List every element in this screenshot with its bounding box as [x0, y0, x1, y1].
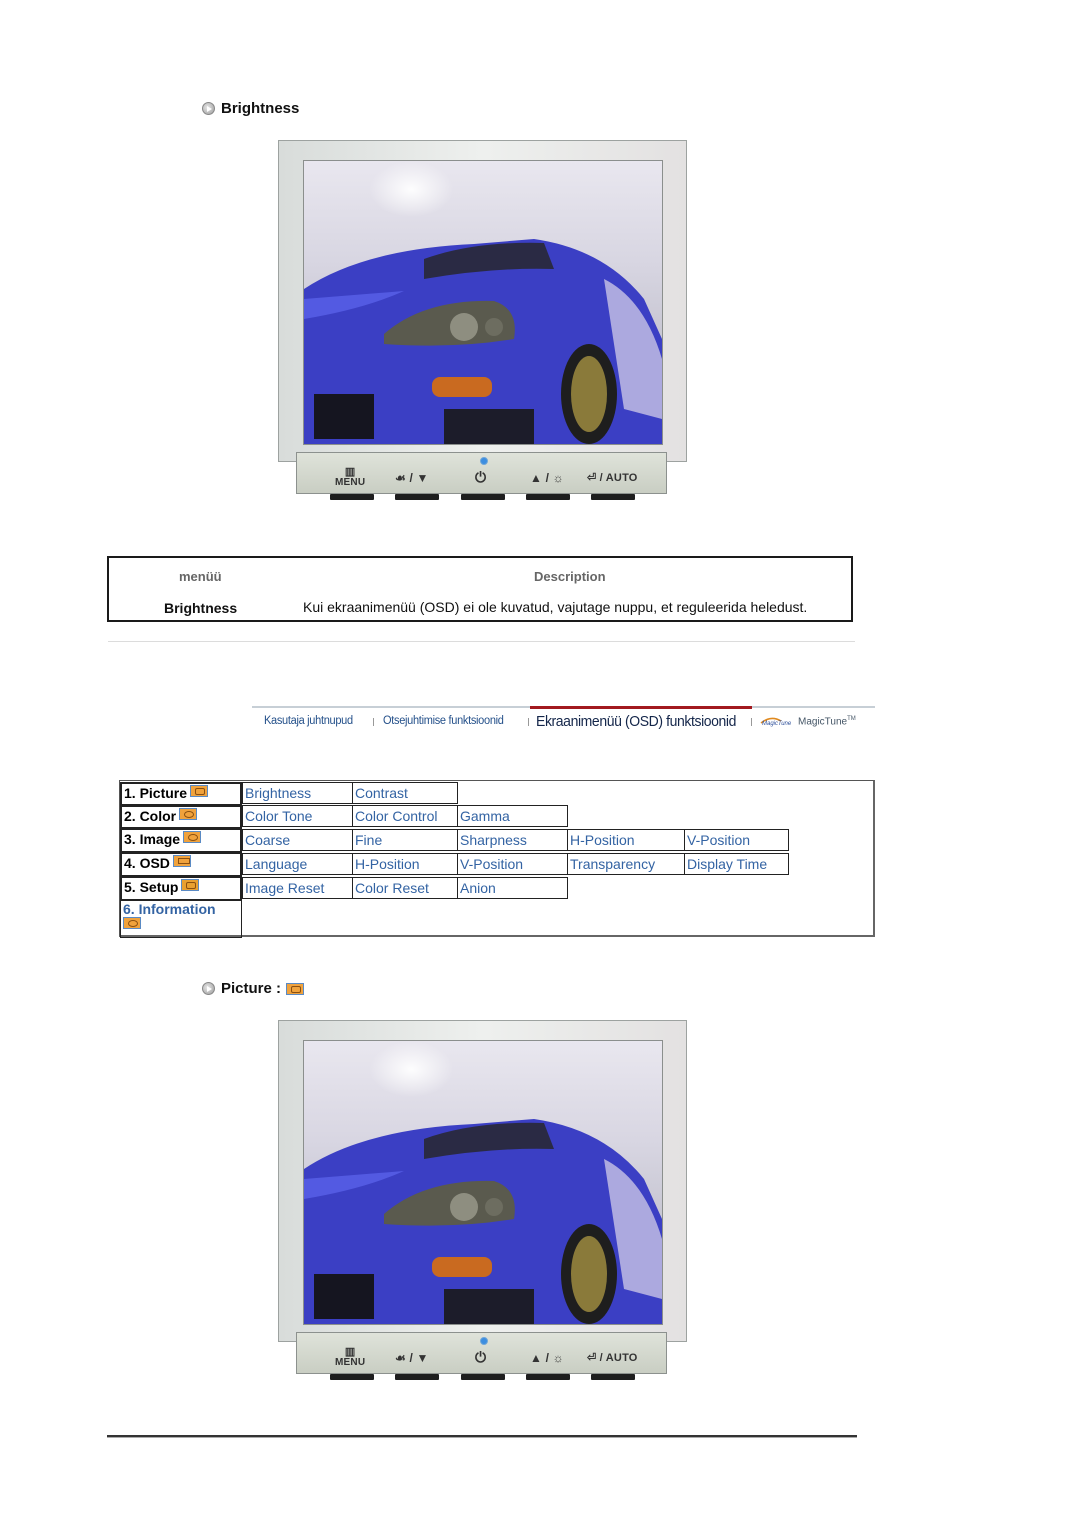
picture-icon	[286, 982, 305, 995]
submenu-color-control[interactable]: Color Control	[352, 805, 458, 827]
section-title-text: Brightness	[221, 100, 300, 117]
button-base	[395, 1374, 439, 1380]
enter-auto-button[interactable]: ⏎ / AUTO	[587, 471, 638, 484]
button-base	[526, 494, 570, 500]
monitor-bezel	[278, 1020, 687, 1342]
menu-osd[interactable]: 4. OSD	[120, 852, 242, 877]
power-button[interactable]: ⏻	[475, 469, 486, 486]
monitor-bezel	[278, 140, 687, 462]
button-base	[461, 494, 505, 500]
nav-separator	[373, 718, 374, 726]
information-icon	[123, 917, 141, 929]
monitor-screen-image	[303, 160, 663, 445]
submenu-image-reset[interactable]: Image Reset	[242, 877, 353, 899]
nav-link-user-controls[interactable]: Kasutaja juhtnupud	[264, 715, 353, 728]
divider	[108, 641, 855, 642]
color-icon	[179, 808, 198, 820]
row-description: Kui ekraanimenüü (OSD) ei ole kuvatud, v…	[303, 599, 808, 615]
submenu-osd-v-position[interactable]: V-Position	[457, 853, 568, 875]
power-led-icon	[480, 457, 488, 465]
section-title-brightness: Brightness	[202, 100, 299, 117]
menu-information[interactable]: 6. Information	[120, 900, 242, 938]
button-base	[591, 1374, 635, 1380]
button-base	[330, 1374, 374, 1380]
section-navbar: Kasutaja juhtnupud Otsejuhtimise funktsi…	[252, 706, 875, 736]
column-header-menu: menüü	[179, 569, 222, 584]
magicbright-down-button[interactable]: ☙ / ▼	[395, 1351, 429, 1365]
svg-text:MagicTune: MagicTune	[762, 721, 792, 727]
nav-link-osd-functions[interactable]: Ekraanimenüü (OSD) funktsioonid	[536, 713, 736, 730]
magicbright-down-button[interactable]: ☙ / ▼	[395, 471, 429, 485]
car-photo-icon	[304, 239, 662, 444]
button-base	[526, 1374, 570, 1380]
menu-setup[interactable]: 5. Setup	[120, 876, 242, 901]
menu-color[interactable]: 2. Color	[120, 805, 242, 829]
monitor-control-panel: ▥ MENU ☙ / ▼ ⏻ ▲ / ☼ ⏎ / AUTO	[296, 1332, 667, 1374]
arrow-bullet-icon	[202, 982, 215, 995]
nav-link-direct-functions[interactable]: Otsejuhtimise funktsioonid	[383, 715, 504, 728]
menu-grid-icon: ▥	[344, 466, 356, 478]
menu-image[interactable]: 3. Image	[120, 828, 242, 853]
menu-button[interactable]: ▥ MENU	[335, 1346, 365, 1369]
submenu-color-reset[interactable]: Color Reset	[352, 877, 458, 899]
menu-button[interactable]: ▥ MENU	[335, 466, 365, 489]
power-led-icon	[480, 1337, 488, 1345]
monitor-control-panel: ▥ MENU ☙ / ▼ ⏻ ▲ / ☼ ⏎ / AUTO	[296, 452, 667, 494]
submenu-coarse[interactable]: Coarse	[242, 829, 353, 851]
nav-separator	[751, 718, 752, 726]
submenu-fine[interactable]: Fine	[352, 829, 458, 851]
submenu-image-h-position[interactable]: H-Position	[567, 829, 685, 851]
up-brightness-button[interactable]: ▲ / ☼	[530, 1351, 564, 1365]
nav-link-magictune[interactable]: MagicTuneTM	[798, 716, 856, 727]
active-tab-indicator	[530, 706, 752, 709]
submenu-transparency[interactable]: Transparency	[567, 853, 685, 875]
picture-icon	[190, 785, 209, 797]
monitor-screen-image	[303, 1040, 663, 1325]
power-icon: ⏻	[475, 1349, 487, 1365]
osd-icon	[172, 855, 191, 867]
button-base	[591, 494, 635, 500]
menu-grid-icon: ▥	[344, 1346, 356, 1358]
submenu-anion[interactable]: Anion	[457, 877, 568, 899]
column-header-description: Description	[534, 569, 606, 584]
arrow-bullet-icon	[202, 102, 215, 115]
up-brightness-button[interactable]: ▲ / ☼	[530, 471, 564, 485]
power-icon: ⏻	[475, 469, 487, 485]
nav-separator	[528, 718, 529, 726]
button-base	[330, 494, 374, 500]
submenu-gamma[interactable]: Gamma	[457, 805, 568, 827]
section-title-text: Picture :	[221, 980, 282, 997]
menu-picture[interactable]: 1. Picture	[120, 782, 242, 806]
button-base	[395, 494, 439, 500]
monitor-illustration: ▥ MENU ☙ / ▼ ⏻ ▲ / ☼ ⏎ / AUTO	[278, 1020, 687, 1380]
button-base	[461, 1374, 505, 1380]
power-button[interactable]: ⏻	[475, 1349, 486, 1366]
car-photo-icon	[304, 1119, 662, 1324]
submenu-contrast[interactable]: Contrast	[352, 782, 458, 804]
monitor-illustration: ▥ MENU ☙ / ▼ ⏻ ▲ / ☼ ⏎ / AUTO	[278, 140, 687, 500]
image-icon	[183, 831, 202, 843]
row-menu-name: Brightness	[164, 600, 238, 616]
bottom-divider	[107, 1435, 857, 1438]
magictune-logo-icon: MagicTune	[760, 717, 792, 727]
submenu-language[interactable]: Language	[242, 853, 353, 875]
submenu-sharpness[interactable]: Sharpness	[457, 829, 568, 851]
submenu-osd-h-position[interactable]: H-Position	[352, 853, 458, 875]
submenu-image-v-position[interactable]: V-Position	[684, 829, 789, 851]
submenu-color-tone[interactable]: Color Tone	[242, 805, 353, 827]
setup-icon	[181, 879, 200, 891]
enter-auto-button[interactable]: ⏎ / AUTO	[587, 1351, 638, 1364]
submenu-brightness[interactable]: Brightness	[242, 782, 353, 804]
description-table: menüü Description Brightness Kui ekraani…	[107, 556, 853, 622]
submenu-display-time[interactable]: Display Time	[684, 853, 789, 875]
section-title-picture: Picture :	[202, 980, 305, 997]
